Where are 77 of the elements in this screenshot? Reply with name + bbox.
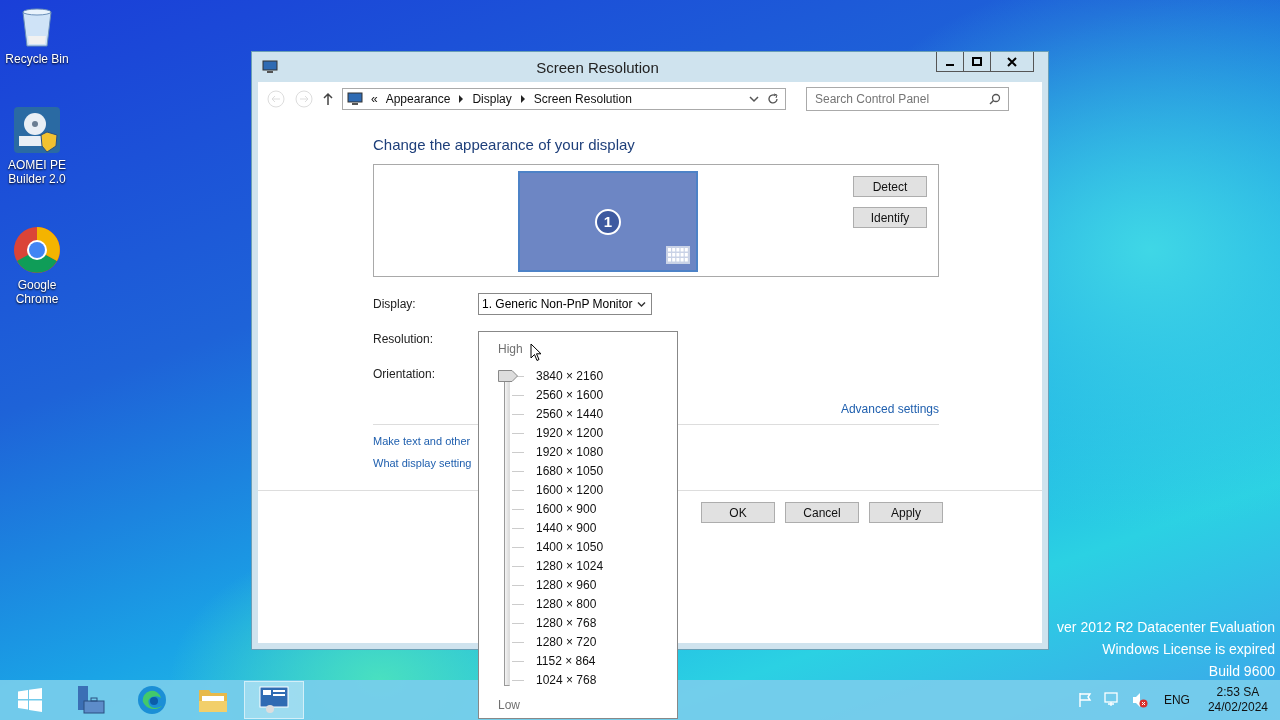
monitor-number: 1 [595, 208, 621, 235]
resolution-option[interactable]: 2560 × 1440 [536, 407, 604, 421]
slider-thumb[interactable] [498, 369, 518, 382]
address-bar[interactable]: « Appearance Display Screen Resolution [342, 88, 786, 110]
clock-time[interactable]: 2:53 SA [1216, 685, 1260, 700]
resolution-option[interactable]: 1920 × 1080 [536, 445, 604, 459]
field-label: Display: [373, 297, 417, 311]
taskbar-button[interactable] [244, 681, 304, 719]
resolution-option[interactable]: 1600 × 1200 [536, 483, 604, 497]
server-toolbox-icon [76, 685, 106, 715]
resolution-option[interactable]: 1280 × 960 [536, 578, 597, 592]
slider-low-label: Low [498, 697, 520, 714]
desktop-icon-label[interactable]: AOMEI PE Builder 2.0 [4, 158, 70, 186]
recycle-bin-icon[interactable] [19, 6, 55, 48]
resolution-option[interactable]: 1280 × 768 [536, 616, 597, 630]
search-icon[interactable] [989, 93, 1001, 105]
chevron-down-icon [637, 300, 646, 308]
resolution-option[interactable]: 1152 × 864 [536, 654, 596, 668]
language-indicator[interactable]: ENG [1163, 693, 1190, 707]
dialog-button[interactable]: OK [701, 502, 775, 523]
evaluation-notice-text: ver 2012 R2 Datacenter Evaluation [1057, 618, 1275, 637]
control-panel-icon [259, 685, 289, 715]
advanced-settings-link[interactable]: Advanced settings [840, 402, 939, 416]
mouse-cursor-icon [530, 343, 542, 362]
up-arrow-icon[interactable] [322, 92, 334, 106]
minimize-icon [946, 63, 954, 66]
resolution-option[interactable]: 1400 × 1050 [536, 540, 604, 554]
breadcrumb-item[interactable]: Display [472, 92, 512, 106]
disc-shield-icon[interactable] [13, 106, 61, 154]
evaluation-notice-text: Build 9600 [1208, 662, 1275, 681]
grid-icon [666, 246, 690, 264]
breadcrumb-item[interactable]: Screen Resolution [533, 92, 632, 106]
field-label: Orientation: [373, 367, 437, 381]
minimize-button[interactable] [936, 52, 964, 72]
slider-track[interactable] [498, 369, 518, 686]
resolution-option[interactable]: 1280 × 1024 [536, 559, 604, 573]
page-heading: Change the appearance of your display [373, 136, 636, 153]
display-settings-icon [262, 60, 278, 74]
resolution-option[interactable]: 1600 × 900 [536, 502, 597, 516]
desktop-icon-label[interactable]: Recycle Bin [4, 52, 70, 66]
chrome-logo-icon[interactable] [13, 226, 61, 274]
breadcrumb-overflow[interactable]: « [371, 92, 378, 106]
evaluation-notice-text: Windows License is expired [1102, 640, 1275, 659]
chevron-right-icon[interactable] [519, 95, 526, 103]
close-button[interactable] [990, 52, 1034, 72]
resolution-option[interactable]: 2560 × 1600 [536, 388, 604, 402]
resolution-option[interactable]: 1680 × 1050 [536, 464, 604, 478]
resolution-option[interactable]: 1024 × 768 [536, 673, 597, 687]
maximize-icon [972, 56, 982, 67]
resolution-option[interactable]: 1280 × 720 [536, 635, 597, 649]
edge-logo-icon [137, 685, 167, 715]
resolution-option[interactable]: 3840 × 2160 [536, 369, 604, 383]
field-label: Resolution: [373, 332, 435, 346]
chevron-down-icon[interactable] [749, 95, 759, 103]
window-title: Screen Resolution [535, 58, 660, 76]
side-action-button[interactable]: Identify [853, 207, 927, 228]
control-panel-icon [347, 92, 363, 106]
speaker-muted-icon[interactable] [1131, 692, 1148, 708]
resolution-option[interactable]: 1440 × 900 [536, 521, 597, 535]
breadcrumb-item[interactable]: Appearance [385, 92, 451, 106]
dialog-button[interactable]: Apply [869, 502, 943, 523]
resolution-option[interactable]: 1920 × 1200 [536, 426, 604, 440]
help-link[interactable]: What display setting [373, 457, 472, 469]
windows-logo-icon [18, 688, 42, 712]
search-field[interactable]: Search Control Panel [806, 87, 1009, 111]
side-action-button[interactable]: Detect [853, 176, 927, 197]
desktop-icon-label[interactable]: Google Chrome [4, 278, 70, 306]
close-icon [1007, 56, 1017, 67]
dialog-button[interactable]: Cancel [785, 502, 859, 523]
chevron-right-icon[interactable] [458, 95, 465, 103]
resolution-option[interactable]: 1280 × 800 [536, 597, 597, 611]
refresh-icon[interactable] [767, 93, 779, 105]
display-dropdown[interactable]: 1. Generic Non-PnP Monitor [478, 293, 652, 315]
clock-date[interactable]: 24/02/2024 [1207, 700, 1268, 715]
slider-high-label: High [498, 342, 523, 358]
monitor-thumbnail[interactable]: 1 [518, 171, 698, 272]
help-link[interactable]: Make text and other [373, 435, 471, 447]
